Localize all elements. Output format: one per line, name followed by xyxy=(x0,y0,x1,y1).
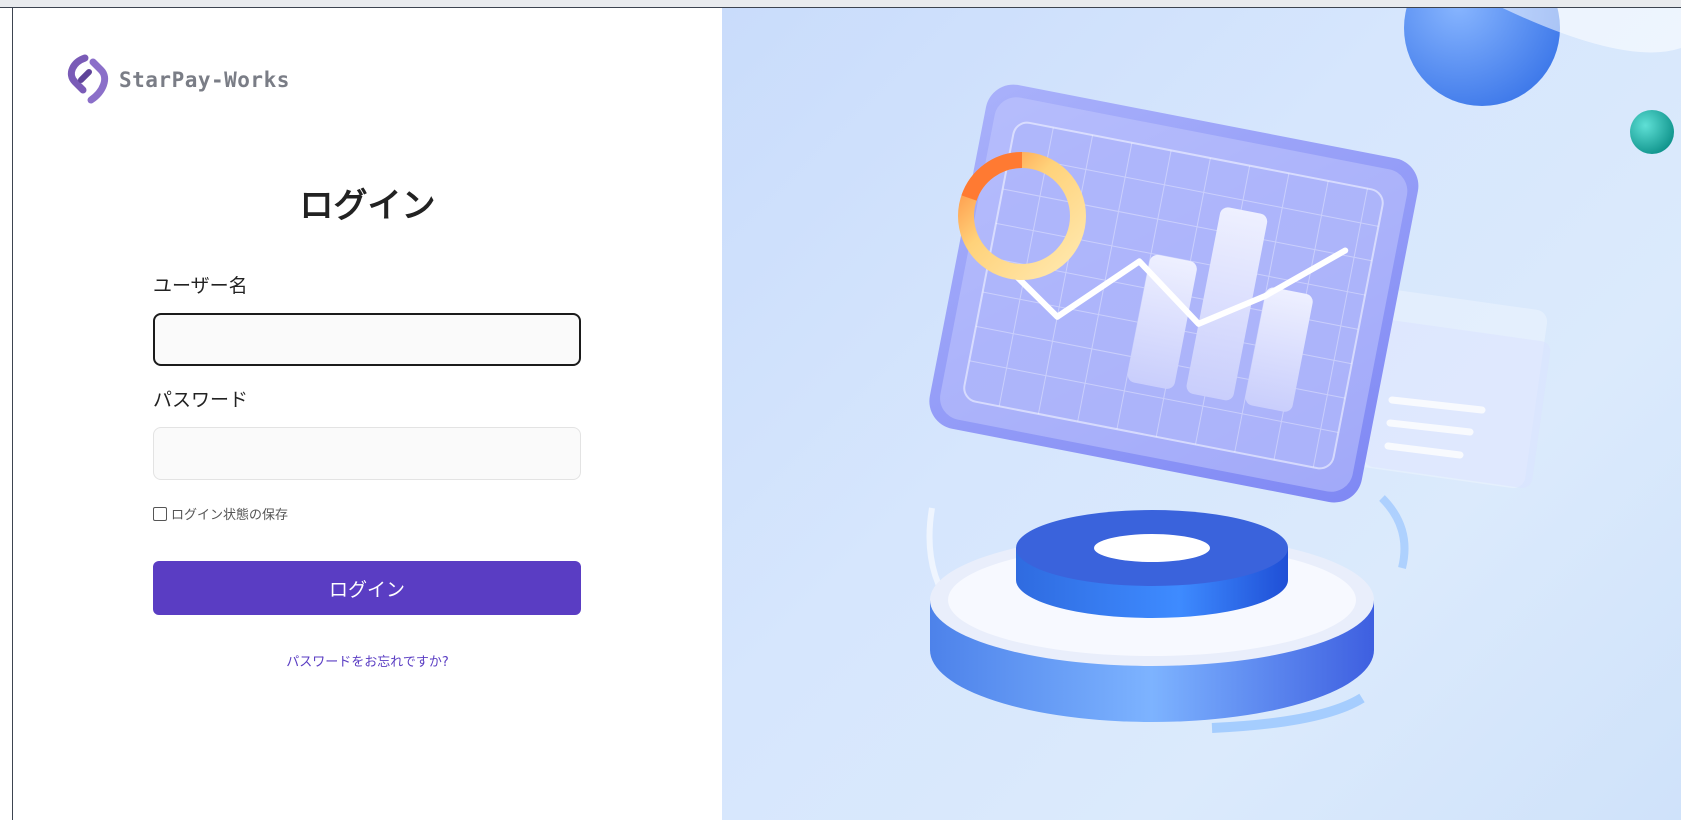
starpay-logo-icon xyxy=(67,54,109,104)
brand-logo: StarPay-Works xyxy=(63,52,290,108)
remember-label: ログイン状態の保存 xyxy=(171,508,289,523)
login-button[interactable]: ログイン xyxy=(153,561,581,615)
window-left-edge xyxy=(0,8,13,820)
remember-checkbox[interactable] xyxy=(153,506,167,521)
window-top-edge xyxy=(0,0,1681,8)
remember-login-option[interactable]: ログイン状態の保存 xyxy=(153,504,288,523)
page-title: ログイン xyxy=(299,186,436,226)
password-label: パスワード xyxy=(153,389,249,411)
forgot-password-link[interactable]: パスワードをお忘れですか? xyxy=(13,651,722,670)
brand-name: StarPay-Works xyxy=(119,68,290,92)
username-input[interactable] xyxy=(153,313,581,366)
username-label: ユーザー名 xyxy=(153,275,248,297)
illustration-panel xyxy=(722,8,1681,820)
login-panel: StarPay-Works ログイン ユーザー名 パスワード ログイン状態の保存… xyxy=(13,8,722,820)
password-input[interactable] xyxy=(153,427,581,480)
dashboard-chart-illustration xyxy=(926,8,1681,733)
